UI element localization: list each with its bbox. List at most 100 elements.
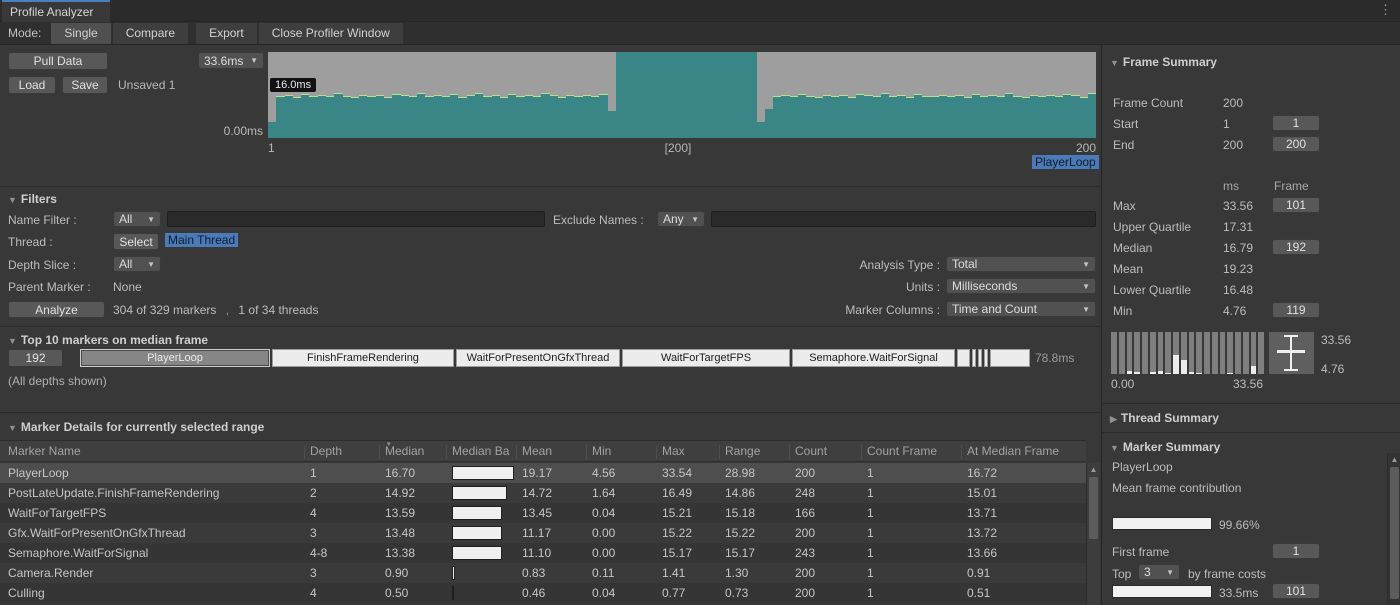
frame-bar[interactable]: [334, 93, 342, 138]
frame-bar[interactable]: [674, 52, 682, 138]
filters-header[interactable]: ▼Filters: [8, 192, 57, 206]
frame-bar[interactable]: [475, 93, 483, 138]
frame-bar[interactable]: [558, 97, 566, 138]
histogram-bar[interactable]: [1189, 332, 1195, 374]
column-divider[interactable]: [379, 445, 380, 459]
top-marker-segment[interactable]: FinishFrameRendering: [272, 349, 454, 367]
frame-bar[interactable]: [864, 95, 872, 138]
frame-jump-button[interactable]: 200: [1272, 136, 1320, 152]
thread-value-tag[interactable]: Main Thread: [165, 233, 238, 247]
top-marker-segment[interactable]: [957, 349, 970, 367]
frame-bar[interactable]: [922, 96, 930, 138]
frame-bar[interactable]: [309, 96, 317, 138]
column-header[interactable]: Min: [592, 444, 611, 458]
histogram-bar[interactable]: [1258, 332, 1264, 374]
table-scrollbar-thumb[interactable]: [1089, 477, 1098, 539]
frame-bar[interactable]: [881, 93, 889, 138]
frame-summary-header[interactable]: ▼Frame Summary: [1110, 55, 1217, 69]
top-markers-frame-button[interactable]: 192: [8, 349, 63, 367]
marker-summary-header[interactable]: ▼Marker Summary: [1110, 440, 1220, 454]
column-header[interactable]: Depth: [310, 444, 342, 458]
table-row[interactable]: WaitForTargetFPS413.5913.450.0415.2115.1…: [0, 503, 1086, 523]
frame-bar[interactable]: [699, 52, 707, 138]
frame-bar[interactable]: [831, 96, 839, 138]
histogram-bar[interactable]: [1119, 332, 1125, 374]
frame-bar[interactable]: [359, 95, 367, 139]
frame-bar[interactable]: [467, 95, 475, 138]
frame-bar[interactable]: [815, 97, 823, 138]
frame-bar[interactable]: [1038, 96, 1046, 138]
frame-bar[interactable]: [1013, 96, 1021, 138]
frame-bar[interactable]: [666, 52, 674, 138]
column-divider[interactable]: [719, 445, 720, 459]
frame-bar[interactable]: [848, 97, 856, 138]
frame-jump-button[interactable]: 1: [1272, 115, 1320, 131]
column-header[interactable]: Count: [795, 444, 827, 458]
top-markers-header[interactable]: ▼Top 10 markers on median frame: [8, 333, 208, 347]
frame-bar[interactable]: [425, 96, 433, 138]
column-header[interactable]: At Median Frame: [967, 444, 1059, 458]
frame-bar[interactable]: [906, 97, 914, 138]
top-n-dropdown[interactable]: 3▼: [1138, 564, 1180, 580]
thread-select-button[interactable]: Select: [113, 233, 159, 250]
column-header[interactable]: Mean: [522, 444, 552, 458]
marker-columns-dropdown[interactable]: Time and Count▼: [946, 301, 1096, 317]
column-divider[interactable]: [516, 445, 517, 459]
exclude-names-input[interactable]: [711, 211, 1096, 227]
frame-bar[interactable]: [781, 95, 789, 138]
frame-bar[interactable]: [574, 96, 582, 138]
frame-bar[interactable]: [268, 122, 276, 138]
analysis-type-dropdown[interactable]: Total▼: [946, 256, 1096, 272]
frame-bar[interactable]: [616, 52, 624, 138]
top-marker-segment[interactable]: [978, 349, 982, 367]
marker-details-header[interactable]: ▼Marker Details for currently selected r…: [8, 420, 264, 434]
table-row[interactable]: PlayerLoop116.7019.174.5633.5428.9820011…: [0, 463, 1086, 483]
frame-bar[interactable]: [384, 97, 392, 138]
frame-bar[interactable]: [740, 52, 748, 138]
frame-bar[interactable]: [599, 94, 607, 138]
top-marker-segment[interactable]: Semaphore.WaitForSignal: [792, 349, 955, 367]
range-dropdown[interactable]: 33.6ms ▼: [198, 52, 264, 69]
frame-bar[interactable]: [566, 95, 574, 139]
frame-bar[interactable]: [997, 96, 1005, 138]
frame-bar[interactable]: [1063, 94, 1071, 138]
frame-bar[interactable]: [773, 96, 781, 138]
first-frame-button[interactable]: 1: [1272, 543, 1320, 559]
mode-single-button[interactable]: Single: [51, 23, 110, 44]
frame-bar[interactable]: [839, 95, 847, 138]
histogram-bar[interactable]: [1204, 332, 1210, 374]
frame-bar[interactable]: [964, 97, 972, 138]
depth-slice-dropdown[interactable]: All▼: [113, 256, 161, 272]
chart-selected-marker-label[interactable]: PlayerLoop: [1032, 155, 1099, 169]
marker-table-header[interactable]: Marker NameDepthMedian▾Median BaMeanMinM…: [0, 440, 1086, 462]
frame-bar[interactable]: [980, 96, 988, 138]
column-header[interactable]: Marker Name: [8, 444, 81, 458]
frame-bar[interactable]: [1088, 93, 1096, 138]
frame-bar[interactable]: [367, 96, 375, 138]
frame-bar[interactable]: [351, 97, 359, 138]
frame-bar[interactable]: [765, 109, 773, 138]
name-filter-mode-dropdown[interactable]: All▼: [113, 211, 161, 227]
tab-profile-analyzer[interactable]: Profile Analyzer: [2, 0, 110, 22]
frame-bar[interactable]: [955, 95, 963, 138]
frame-bar[interactable]: [516, 96, 524, 138]
frame-jump-button[interactable]: 119: [1272, 302, 1320, 318]
frame-bar[interactable]: [790, 96, 798, 138]
column-divider[interactable]: [304, 445, 305, 459]
name-filter-input[interactable]: [167, 211, 545, 227]
frame-bar[interactable]: [1005, 93, 1013, 138]
column-divider[interactable]: [656, 445, 657, 459]
frame-bar[interactable]: [988, 95, 996, 138]
frame-bar[interactable]: [707, 52, 715, 138]
frame-bar[interactable]: [492, 95, 500, 138]
kebab-menu-icon[interactable]: ⋮: [1379, 2, 1392, 18]
histogram-bar[interactable]: [1158, 332, 1164, 374]
histogram-bar[interactable]: [1173, 332, 1179, 374]
column-divider[interactable]: [789, 445, 790, 459]
frame-bar[interactable]: [715, 52, 723, 138]
frame-bar[interactable]: [682, 52, 690, 138]
top-marker-segment[interactable]: [984, 349, 988, 367]
frame-bar[interactable]: [649, 52, 657, 138]
histogram-bar[interactable]: [1111, 332, 1117, 374]
scroll-up-icon[interactable]: ▲: [1087, 463, 1100, 477]
